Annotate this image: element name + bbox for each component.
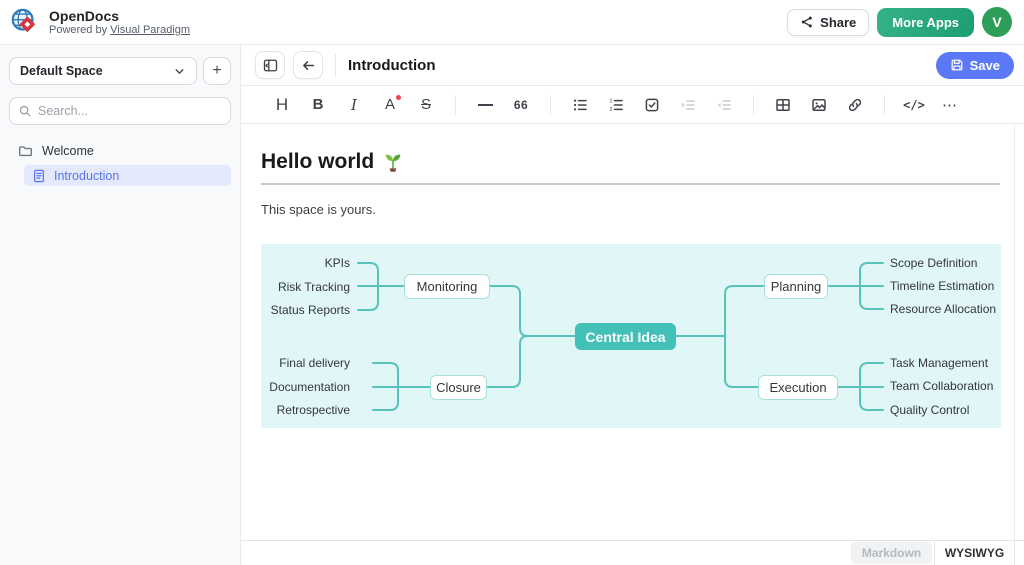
more-apps-button[interactable]: More Apps — [877, 8, 974, 37]
tree-folder-welcome[interactable]: Welcome — [9, 140, 231, 162]
topbar-divider — [335, 54, 336, 76]
app-title: OpenDocs — [49, 8, 190, 24]
ordered-list-button[interactable]: 1 2 — [601, 91, 631, 119]
mindmap-leaf[interactable]: Risk Tracking — [278, 280, 350, 294]
horizontal-rule-button[interactable] — [470, 91, 500, 119]
indent-button[interactable] — [673, 91, 703, 119]
italic-button[interactable]: I — [339, 91, 369, 119]
link-button[interactable] — [840, 91, 870, 119]
seedling-emoji-icon — [383, 151, 403, 173]
search-box[interactable] — [9, 97, 231, 125]
link-icon — [847, 97, 863, 113]
toolbar-divider — [753, 95, 754, 115]
code-button[interactable]: </> — [899, 91, 929, 119]
document-paragraph: This space is yours. — [261, 202, 1000, 217]
heading-button[interactable]: H — [267, 91, 297, 119]
mindmap-node-closure[interactable]: Closure — [430, 375, 487, 400]
space-selector[interactable]: Default Space — [9, 57, 197, 85]
ordered-list-icon: 1 2 — [608, 97, 624, 113]
heading-rule — [261, 183, 1000, 185]
page-title: Introduction — [348, 57, 435, 74]
search-icon — [18, 104, 32, 118]
opendocs-app: OpenDocs Powered by Visual Paradigm Shar… — [0, 0, 1024, 565]
toggle-sidebar-button[interactable] — [255, 51, 285, 79]
bullet-list-icon — [572, 97, 588, 113]
app-header: OpenDocs Powered by Visual Paradigm Shar… — [0, 0, 1024, 45]
folder-icon — [18, 144, 33, 159]
search-input[interactable] — [38, 104, 222, 118]
header-actions: Share More Apps V — [787, 7, 1012, 37]
tab-markdown[interactable]: Markdown — [851, 542, 932, 564]
visual-paradigm-logo-icon — [10, 7, 40, 37]
sidebar: Default Space + — [0, 45, 241, 565]
mindmap-node-execution[interactable]: Execution — [758, 375, 838, 400]
tree-item-introduction[interactable]: Introduction — [24, 165, 231, 186]
mindmap-leaf[interactable]: KPIs — [325, 256, 350, 270]
mindmap-leaf[interactable]: Documentation — [269, 380, 350, 394]
editor-topbar: Introduction Save — [241, 45, 1024, 85]
image-button[interactable] — [804, 91, 834, 119]
mindmap-central-node[interactable]: Central Idea — [575, 323, 676, 350]
powered-by: Powered by Visual Paradigm — [49, 24, 190, 37]
editor-panel: Introduction Save H B I A S 66 — [241, 45, 1024, 565]
page-tree: Welcome Introduction — [9, 140, 231, 186]
brand-text: OpenDocs Powered by Visual Paradigm — [49, 8, 190, 37]
sidebar-panel-icon — [263, 58, 278, 73]
more-options-button[interactable]: ⋯ — [935, 91, 965, 119]
document-icon — [32, 169, 46, 183]
arrow-left-icon — [301, 58, 316, 73]
document-heading: Hello world — [261, 150, 1000, 174]
mindmap-leaf[interactable]: Resource Allocation — [890, 302, 996, 316]
share-button[interactable]: Share — [787, 9, 869, 36]
tree-item-label: Introduction — [54, 169, 119, 183]
table-icon — [775, 97, 791, 113]
document-body[interactable]: Hello world This space is yours. Ce — [241, 124, 1024, 540]
toolbar-divider — [455, 95, 456, 115]
scroll-gutter[interactable] — [1014, 124, 1015, 540]
user-avatar[interactable]: V — [982, 7, 1012, 37]
toolbar-divider — [884, 95, 885, 115]
svg-text:1: 1 — [609, 98, 612, 104]
text-color-button[interactable]: A — [375, 91, 405, 119]
formatting-toolbar: H B I A S 66 — [241, 85, 1024, 124]
image-icon — [811, 97, 827, 113]
mindmap-leaf[interactable]: Final delivery — [279, 356, 350, 370]
strikethrough-button[interactable]: S — [411, 91, 441, 119]
outdent-icon — [716, 97, 732, 113]
visual-paradigm-link[interactable]: Visual Paradigm — [110, 24, 190, 36]
chevron-down-icon — [173, 65, 186, 78]
table-button[interactable] — [768, 91, 798, 119]
editor-bottombar: Markdown WYSIWYG — [241, 540, 1024, 565]
svg-text:2: 2 — [609, 107, 612, 113]
mindmap-leaf[interactable]: Scope Definition — [890, 256, 977, 270]
mindmap-node-monitoring[interactable]: Monitoring — [404, 274, 490, 299]
brand: OpenDocs Powered by Visual Paradigm — [10, 7, 190, 37]
task-list-icon — [644, 97, 660, 113]
blockquote-button[interactable]: 66 — [506, 91, 536, 119]
indent-icon — [680, 97, 696, 113]
back-button[interactable] — [293, 51, 323, 79]
task-list-button[interactable] — [637, 91, 667, 119]
tab-wysiwyg[interactable]: WYSIWYG — [934, 541, 1015, 565]
add-space-button[interactable]: + — [203, 57, 231, 85]
mindmap-leaf[interactable]: Quality Control — [890, 403, 969, 417]
horizontal-rule-icon — [478, 104, 493, 106]
bullet-list-button[interactable] — [565, 91, 595, 119]
mindmap-leaf[interactable]: Timeline Estimation — [890, 279, 994, 293]
toolbar-divider — [550, 95, 551, 115]
tree-folder-label: Welcome — [42, 144, 94, 158]
share-icon — [800, 15, 814, 29]
save-button[interactable]: Save — [936, 52, 1014, 79]
outdent-button[interactable] — [709, 91, 739, 119]
bold-button[interactable]: B — [303, 91, 333, 119]
mindmap-leaf[interactable]: Retrospective — [277, 403, 350, 417]
save-icon — [950, 58, 964, 72]
mindmap[interactable]: Central Idea Monitoring Closure Planning… — [261, 244, 1001, 428]
mindmap-leaf[interactable]: Team Collaboration — [890, 379, 993, 393]
mindmap-leaf[interactable]: Task Management — [890, 356, 988, 370]
mindmap-node-planning[interactable]: Planning — [764, 274, 828, 299]
mindmap-leaf[interactable]: Status Reports — [271, 303, 350, 317]
space-row: Default Space + — [9, 57, 231, 85]
